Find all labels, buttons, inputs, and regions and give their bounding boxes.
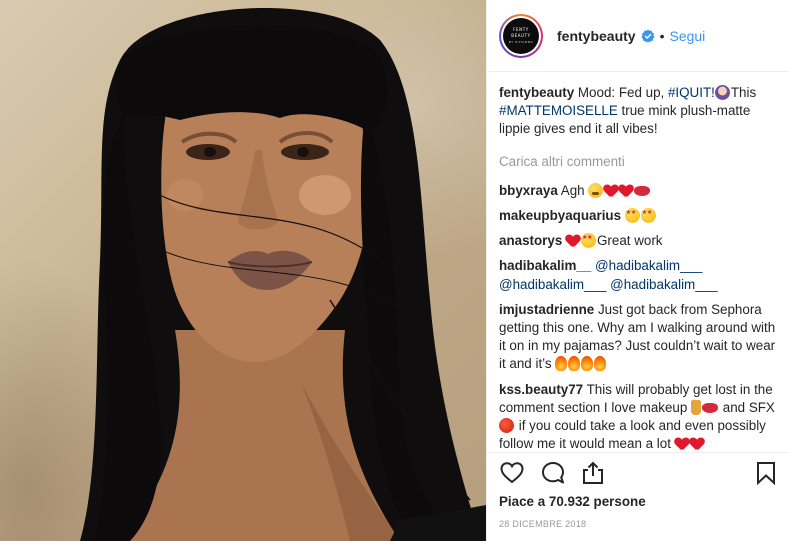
comment-username[interactable]: hadibakalim__ bbox=[499, 258, 591, 273]
header-username[interactable]: fentybeauty bbox=[557, 28, 636, 44]
caption: fentybeauty Mood: Fed up, #IQUIT! This #M… bbox=[499, 84, 781, 139]
red-heart-emoji-icon bbox=[566, 235, 580, 248]
hashtag-iquit[interactable]: #IQUIT! bbox=[668, 85, 715, 100]
share-icon[interactable] bbox=[580, 460, 606, 486]
caption-username[interactable]: fentybeauty bbox=[499, 85, 574, 100]
fire-emoji-icon bbox=[555, 356, 568, 372]
mention-link[interactable]: @hadibakalim___ bbox=[499, 277, 606, 292]
avatar-logo: FENTY BEAUTY BY RIHANNA bbox=[503, 17, 539, 54]
comment-username[interactable]: imjustadrienne bbox=[499, 302, 594, 317]
comment-username[interactable]: bbyxraya bbox=[499, 183, 558, 198]
likes-count[interactable]: Piace a 70.932 persone bbox=[499, 494, 646, 509]
hashtag-mattemoiselle[interactable]: #MATTEMOISELLE bbox=[499, 103, 618, 118]
comment-item: bbyxraya Agh bbox=[499, 182, 781, 200]
boot-emoji-icon bbox=[691, 399, 702, 415]
heart-icon[interactable] bbox=[499, 460, 525, 486]
kiss-lips-emoji-icon bbox=[702, 402, 719, 413]
kiss-lips-emoji-icon bbox=[634, 185, 651, 196]
comment-item: kss.beauty77 This will probably get lost… bbox=[499, 381, 781, 450]
woman-emoji-icon bbox=[714, 85, 730, 100]
comment-text: Great work bbox=[597, 233, 663, 249]
caption-text-1: Mood: Fed up, bbox=[577, 85, 668, 100]
fire-emoji-icon bbox=[568, 356, 581, 372]
caption-text-2: This bbox=[730, 85, 757, 100]
red-heart-emoji-icon bbox=[690, 438, 704, 450]
comment-item: makeupbyaquarius bbox=[499, 207, 781, 225]
fire-emoji-icon bbox=[594, 356, 607, 372]
star-struck-emoji-icon bbox=[624, 208, 640, 224]
comment-text: Agh bbox=[560, 182, 585, 198]
mention-link[interactable]: @hadibakalim___ bbox=[595, 258, 702, 273]
post-side-panel: FENTY BEAUTY BY RIHANNA fentybeauty • Se… bbox=[486, 0, 789, 541]
fire-emoji-icon bbox=[581, 356, 594, 372]
comment-item: hadibakalim__ @hadibakalim___ @hadibakal… bbox=[499, 257, 781, 293]
follow-button[interactable]: Segui bbox=[669, 28, 705, 44]
header-separator: • bbox=[659, 27, 665, 44]
comment-text-2: and SFX bbox=[719, 399, 775, 415]
verified-badge-icon bbox=[641, 29, 655, 43]
bookmark-icon[interactable] bbox=[753, 460, 779, 486]
red-heart-emoji-icon bbox=[619, 185, 633, 198]
post-actions: Piace a 70.932 persone 28 DICEMBRE 2018 bbox=[487, 452, 789, 541]
comment-username[interactable]: kss.beauty77 bbox=[499, 382, 583, 397]
comments-list[interactable]: fentybeauty Mood: Fed up, #IQUIT! This #M… bbox=[499, 84, 781, 450]
star-struck-emoji-icon bbox=[640, 208, 656, 224]
comment-username[interactable]: anastorys bbox=[499, 233, 562, 248]
tired-face-emoji-icon bbox=[588, 182, 604, 198]
mention-link[interactable]: @hadibakalim___ bbox=[610, 277, 717, 292]
post-date: 28 DICEMBRE 2018 bbox=[499, 519, 587, 529]
comment-text-3: if you could take a look and even possib… bbox=[499, 418, 766, 450]
post-header: FENTY BEAUTY BY RIHANNA fentybeauty • Se… bbox=[487, 0, 789, 72]
devil-face-emoji-icon bbox=[499, 418, 514, 434]
comment-item: imjustadrienne Just got back from Sephor… bbox=[499, 301, 781, 374]
load-more-comments-button[interactable]: Carica altri commenti bbox=[499, 153, 781, 171]
avatar[interactable]: FENTY BEAUTY BY RIHANNA bbox=[499, 13, 543, 58]
comment-username[interactable]: makeupbyaquarius bbox=[499, 208, 621, 223]
red-heart-emoji-icon bbox=[604, 185, 618, 198]
avatar-brand-subtext: BY RIHANNA bbox=[508, 39, 534, 44]
comment-icon[interactable] bbox=[540, 460, 566, 486]
portrait-illustration bbox=[80, 8, 486, 541]
avatar-brand-text: FENTY BEAUTY bbox=[511, 26, 531, 38]
star-struck-emoji-icon bbox=[581, 233, 596, 249]
comment-item: anastorys Great work bbox=[499, 232, 781, 250]
avatar-ring-gap: FENTY BEAUTY BY RIHANNA bbox=[501, 15, 541, 56]
red-heart-emoji-icon bbox=[675, 438, 689, 450]
post-photo[interactable] bbox=[0, 0, 486, 541]
